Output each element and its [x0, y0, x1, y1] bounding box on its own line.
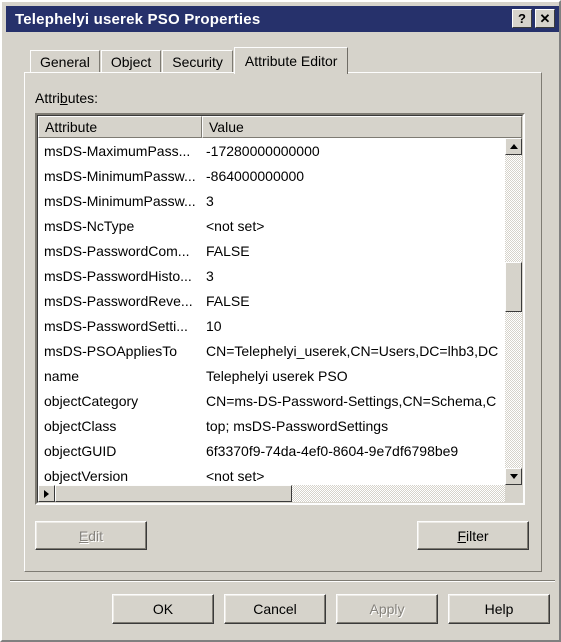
cell-attribute: msDS-MinimumPassw...	[44, 167, 196, 184]
table-row[interactable]: msDS-MinimumPassw... 3	[38, 188, 505, 213]
cell-value: -17280000000000	[206, 142, 320, 159]
hscroll-thumb[interactable]	[55, 485, 292, 502]
cell-attribute: msDS-PasswordHisto...	[44, 267, 192, 284]
dialog-footer: OK Cancel Apply Help	[2, 590, 561, 630]
table-row[interactable]: msDS-PSOAppliesTo CN=Telephelyi_userek,CN…	[38, 338, 505, 363]
cell-attribute: msDS-NcType	[44, 217, 135, 234]
cell-attribute: msDS-PasswordReve...	[44, 292, 193, 309]
cell-value: CN=Telephelyi_userek,CN=Users,DC=lhb3,DC	[206, 342, 499, 359]
tab-object[interactable]: Object	[100, 50, 162, 73]
footer-separator	[10, 580, 555, 582]
tab-general[interactable]: General	[30, 50, 100, 73]
table-row[interactable]: name Telephelyi userek PSO	[38, 363, 505, 388]
table-row[interactable]: msDS-MaximumPass... -17280000000000	[38, 138, 505, 163]
cell-attribute: objectCategory	[44, 392, 139, 409]
tab-strip: General Object Security Attribute Editor	[30, 46, 540, 74]
attributes-label: Attributes:	[35, 90, 99, 106]
attribute-editor-page: Attributes: Attribute Value msDS-Maximum…	[24, 72, 542, 572]
horizontal-scrollbar[interactable]	[38, 485, 505, 502]
column-header-attribute[interactable]: Attribute	[38, 116, 202, 138]
cell-value: 10	[206, 317, 222, 334]
table-row[interactable]: msDS-PasswordHisto... 3	[38, 263, 505, 288]
cell-attribute: msDS-PasswordSetti...	[44, 317, 188, 334]
cell-value: FALSE	[206, 292, 250, 309]
cell-attribute: name	[44, 367, 80, 384]
cell-attribute: objectVersion	[44, 467, 129, 484]
tab-attribute-editor[interactable]: Attribute Editor	[233, 47, 349, 74]
cancel-button[interactable]: Cancel	[224, 594, 326, 624]
ok-button[interactable]: OK	[112, 594, 214, 624]
list-header: Attribute Value	[38, 116, 522, 138]
attributes-list[interactable]: Attribute Value msDS-MaximumPass... -1728…	[35, 113, 525, 505]
title-bar[interactable]: Telephelyi userek PSO Properties ? ✕	[6, 6, 559, 32]
attributes-list-inner: Attribute Value msDS-MaximumPass... -1728…	[37, 115, 523, 503]
cell-attribute: objectGUID	[44, 442, 117, 459]
help-button[interactable]: Help	[448, 594, 550, 624]
column-header-value[interactable]: Value	[202, 116, 522, 138]
table-row[interactable]: objectCategory CN=ms-DS-Password-Settings…	[38, 388, 505, 413]
table-row[interactable]: msDS-NcType <not set>	[38, 213, 505, 238]
attributes-label-accel: b	[59, 90, 68, 106]
table-row[interactable]: objectVersion <not set>	[38, 463, 505, 485]
cell-value: <not set>	[206, 467, 265, 484]
cell-attribute: msDS-MaximumPass...	[44, 142, 191, 159]
window-title: Telephelyi userek PSO Properties	[15, 10, 261, 28]
cell-value: 3	[206, 267, 214, 284]
cell-value: -864000000000	[206, 167, 305, 184]
scroll-down-icon[interactable]	[505, 468, 522, 485]
cell-value: top; msDS-PasswordSettings	[206, 417, 389, 434]
filter-button[interactable]: Filter	[417, 521, 529, 550]
cell-attribute: msDS-PSOAppliesTo	[44, 342, 178, 359]
vertical-scrollbar[interactable]	[505, 138, 522, 485]
cell-attribute: msDS-MinimumPassw...	[44, 192, 196, 209]
tab-security[interactable]: Security	[162, 50, 233, 73]
apply-button[interactable]: Apply	[336, 594, 438, 624]
list-body: msDS-MaximumPass... -17280000000000 msDS-M…	[38, 138, 505, 485]
table-row[interactable]: msDS-PasswordSetti... 10	[38, 313, 505, 338]
scroll-up-icon[interactable]	[505, 138, 522, 155]
scrollbar-corner	[505, 485, 522, 502]
cell-value: 3	[206, 192, 214, 209]
title-bar-buttons: ? ✕	[512, 9, 555, 28]
cell-value: CN=ms-DS-Password-Settings,CN=Schema,C	[206, 392, 497, 409]
cell-value: <not set>	[206, 217, 265, 234]
properties-dialog: Telephelyi userek PSO Properties ? ✕ Gen…	[0, 0, 561, 642]
cell-value: Telephelyi userek PSO	[206, 367, 348, 384]
cell-attribute: msDS-PasswordCom...	[44, 242, 190, 259]
cell-value: FALSE	[206, 242, 250, 259]
vscroll-thumb[interactable]	[505, 262, 522, 312]
edit-button[interactable]: Edit	[35, 521, 147, 550]
table-row[interactable]: msDS-PasswordCom... FALSE	[38, 238, 505, 263]
table-row[interactable]: msDS-MinimumPassw... -864000000000	[38, 163, 505, 188]
close-icon[interactable]: ✕	[535, 9, 555, 28]
cell-value: 6f3370f9-74da-4ef0-8604-9e7df6798be9	[206, 442, 459, 459]
table-row[interactable]: objectClass top; msDS-PasswordSettings	[38, 413, 505, 438]
table-row[interactable]: msDS-PasswordReve... FALSE	[38, 288, 505, 313]
table-row[interactable]: objectGUID 6f3370f9-74da-4ef0-8604-9e7df6…	[38, 438, 505, 463]
cell-attribute: objectClass	[44, 417, 117, 434]
scroll-right-icon[interactable]	[38, 485, 55, 502]
help-icon[interactable]: ?	[512, 9, 532, 28]
